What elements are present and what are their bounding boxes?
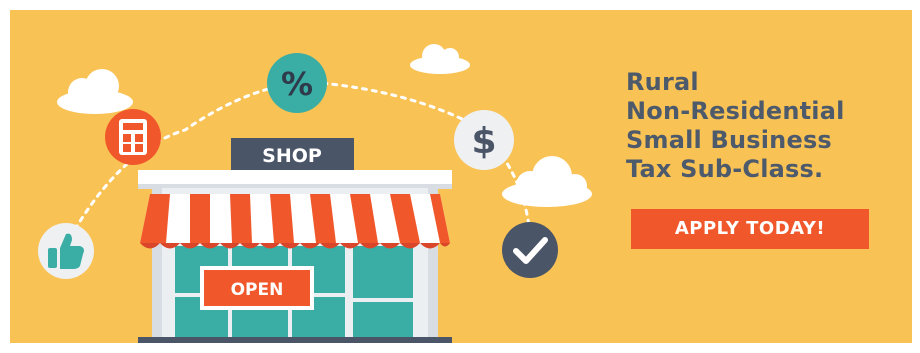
- striped-awning: [140, 194, 450, 249]
- open-sign: OPEN: [231, 280, 284, 300]
- check-icon: [502, 222, 558, 278]
- promo-banner: % $ SHOP OPEN Rural Non-Residential Smal…: [10, 10, 912, 343]
- shop-sign: SHOP: [262, 145, 322, 167]
- thumbs-up-icon: [38, 223, 94, 279]
- headline-line: Non-Residential: [626, 97, 845, 125]
- headline-line: Small Business: [626, 126, 832, 154]
- cloud-left: [57, 69, 133, 114]
- headline-line: Rural: [626, 68, 699, 96]
- apply-today-button[interactable]: APPLY TODAY!: [631, 209, 869, 249]
- cloud-top: [410, 44, 470, 74]
- svg-text:%: %: [281, 65, 313, 103]
- percent-icon: %: [267, 53, 327, 113]
- svg-text:$: $: [471, 121, 496, 162]
- headline: Rural Non-Residential Small Business Tax…: [626, 68, 845, 184]
- calculator-icon: [105, 109, 161, 165]
- dollar-icon: $: [454, 110, 514, 170]
- headline-line: Tax Sub-Class.: [626, 155, 824, 183]
